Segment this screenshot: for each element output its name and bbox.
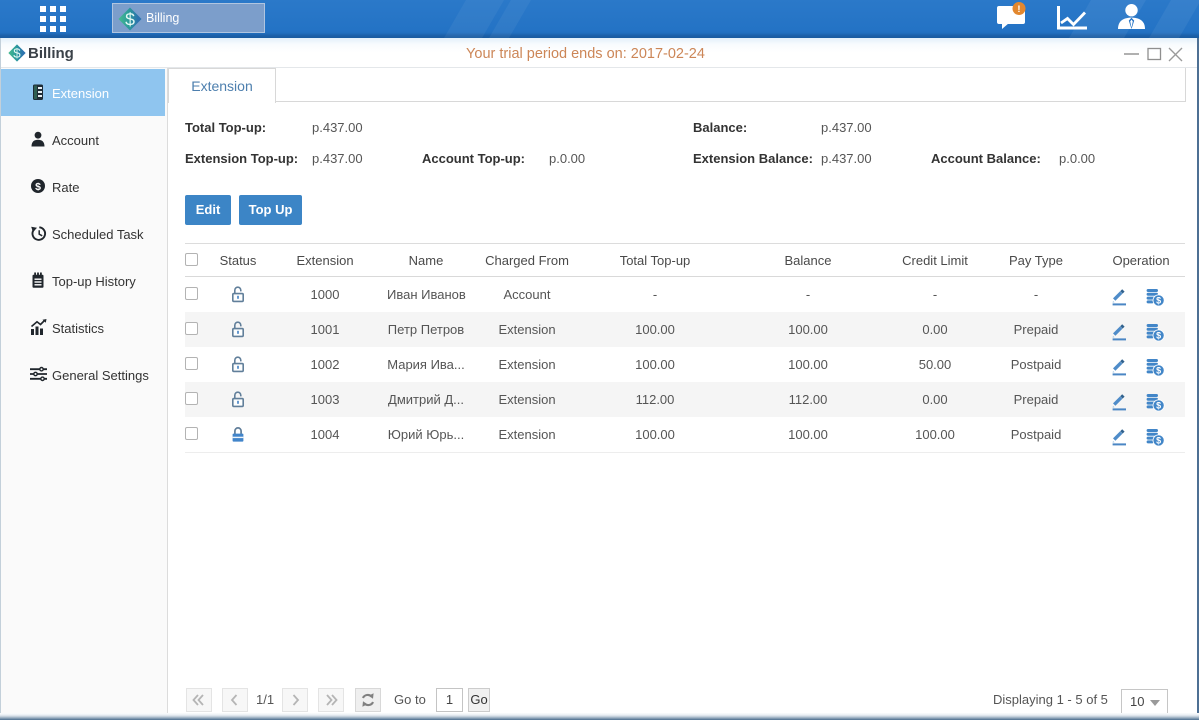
- svg-text:!: !: [1017, 4, 1020, 15]
- svg-text:$: $: [1156, 401, 1161, 411]
- svg-text:$: $: [1156, 436, 1161, 446]
- svg-text:$: $: [125, 9, 135, 29]
- svg-text:$: $: [35, 181, 41, 193]
- svg-text:$: $: [1156, 331, 1161, 341]
- svg-text:$: $: [1156, 296, 1161, 306]
- svg-text:$: $: [1156, 366, 1161, 376]
